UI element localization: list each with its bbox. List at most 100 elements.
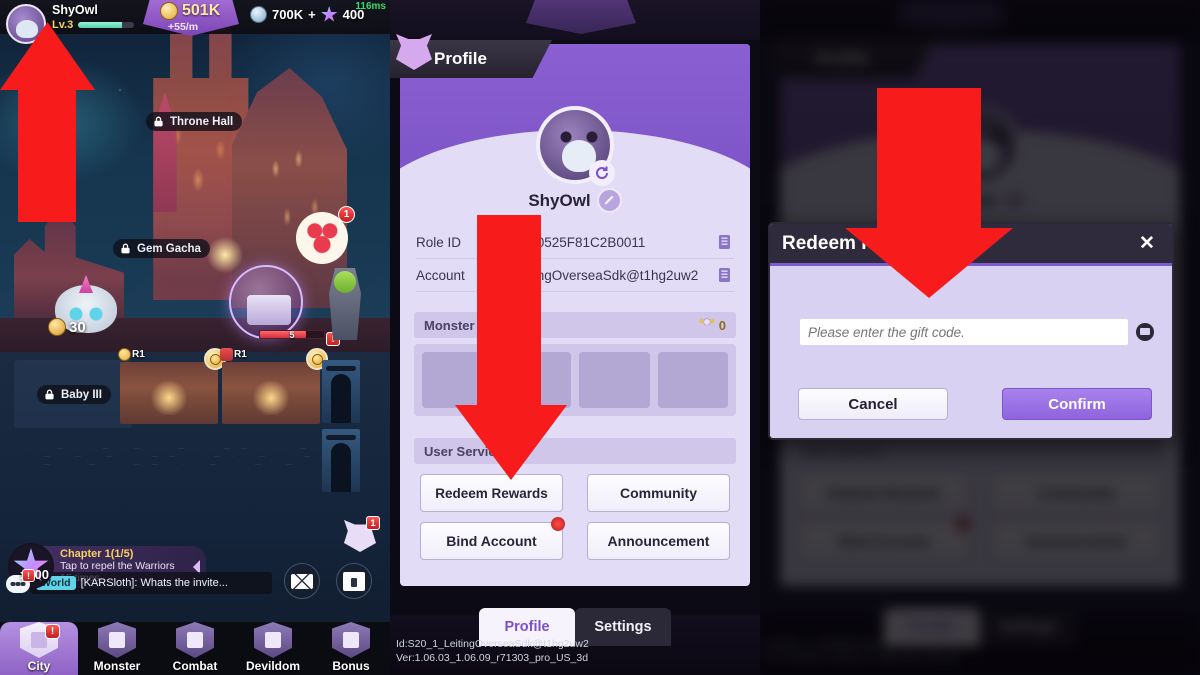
house-slot[interactable]: R1 !: [220, 332, 340, 424]
arrow-shaft: [18, 84, 76, 222]
refresh-avatar-button[interactable]: [589, 160, 615, 186]
copy-button[interactable]: [718, 233, 734, 251]
house-slot-row: R1 R1 !: [118, 332, 340, 424]
nav-item-monster[interactable]: Monster: [78, 622, 156, 675]
building-label-text: Gem Gacha: [137, 242, 201, 255]
monster-count: 0: [718, 317, 726, 333]
mail-button[interactable]: [284, 563, 320, 599]
monster-count-group: 0: [699, 316, 726, 334]
version-info: Id:S20_1_LeitingOverseaSdk@t1hg2uw2 Ver:…: [396, 637, 589, 665]
arrow-head: [455, 405, 567, 480]
lock-icon: [121, 243, 130, 254]
nav-label: City: [27, 659, 51, 673]
confirm-button[interactable]: Confirm: [1002, 388, 1152, 420]
tower-segment: [322, 429, 360, 492]
bind-account-button[interactable]: Bind Account: [420, 517, 565, 560]
building-label-text: Throne Hall: [170, 115, 234, 128]
nav-item-city[interactable]: City !: [0, 622, 78, 675]
enemy-hp-value: 5: [289, 329, 295, 340]
edit-name-button[interactable]: [596, 188, 622, 213]
combat-icon: [176, 622, 214, 658]
tab-settings[interactable]: Settings: [575, 608, 671, 646]
monster-gold-value: 30: [69, 318, 86, 336]
enemy-health-bar: 5: [259, 329, 325, 340]
tower-column[interactable]: [322, 360, 360, 495]
community-button[interactable]: Community: [587, 474, 730, 512]
monster-slot[interactable]: [657, 352, 728, 408]
nav-item-combat[interactable]: Combat: [156, 622, 234, 675]
building-label-gem-gacha[interactable]: Gem Gacha: [113, 239, 210, 258]
gem-icon: [250, 6, 267, 23]
gold-rate: +55/m: [168, 21, 199, 33]
profile-card: ShyOwl Role ID U000525F81C2B0011 Account…: [400, 44, 750, 586]
bind-account-label: Bind Account: [446, 532, 537, 549]
copy-button[interactable]: [718, 266, 734, 284]
nav-label: Devildom: [245, 659, 300, 673]
profile-name-row: ShyOwl: [400, 188, 750, 213]
arrow-shaft: [477, 215, 541, 410]
nav-badge: !: [45, 624, 60, 639]
monster-token-icon: [699, 318, 715, 332]
coin-icon: [48, 318, 66, 336]
plus-sign[interactable]: +: [308, 7, 316, 22]
gem-counter[interactable]: 700K + 400: [250, 6, 364, 23]
alert-badge: [551, 517, 565, 531]
health-fill: [260, 331, 307, 338]
coin-icon: [160, 2, 178, 20]
quest-title: Chapter 1(1/5): [60, 548, 134, 560]
mail-icon: [291, 573, 313, 589]
nav-label: Combat: [172, 659, 218, 673]
coin-icon: [209, 353, 221, 365]
building-label-throne-hall[interactable]: Throne Hall: [146, 112, 243, 131]
gold-counter[interactable]: 501K: [160, 2, 220, 20]
annotation-arrow-down-redeem-rewards: [455, 215, 567, 480]
devil-icon: [220, 348, 233, 361]
player-name: ShyOwl: [528, 190, 591, 210]
pencil-icon: [604, 195, 614, 205]
house-slot[interactable]: R1: [118, 348, 226, 424]
nav-label: Monster: [93, 659, 141, 673]
lock-icon: [154, 116, 163, 127]
castle-glow: [205, 235, 245, 275]
nav-item-devildom[interactable]: Devildom: [234, 622, 312, 675]
gift-code-input-row: [800, 319, 1154, 345]
star-icon: [321, 6, 338, 22]
flower-badge: 1: [338, 206, 355, 223]
copy-icon: [719, 268, 730, 282]
monster-slot[interactable]: [579, 352, 650, 408]
house-rank-badge: R1: [220, 348, 247, 361]
cat-alert-badge: 1: [366, 516, 380, 530]
chest-button[interactable]: [336, 563, 372, 599]
version-id-line: Id:S20_1_LeitingOverseaSdk@t1hg2uw2: [396, 638, 589, 650]
map-decor-text: · · — · · — · — · · — · · — — · · · — · …: [30, 446, 330, 468]
arrow-head: [845, 228, 1013, 298]
house-rank-text: R1: [234, 349, 247, 360]
paste-icon[interactable]: [1136, 323, 1154, 341]
nav-label: Bonus: [332, 659, 370, 673]
lock-icon: [45, 389, 54, 400]
gem-amount: 700K: [272, 7, 304, 22]
version-ver-line: Ver:1.06.03_1.06.09_r71303_pro_US_3d: [396, 652, 589, 664]
gift-code-input[interactable]: [800, 319, 1128, 345]
announcement-button[interactable]: Announcement: [587, 522, 730, 560]
devildom-icon: [254, 622, 292, 658]
monster-icon: [98, 622, 136, 658]
close-icon[interactable]: ✕: [1134, 231, 1160, 257]
monster-gold-label: 30: [48, 318, 86, 336]
house-rank-text: R1: [132, 349, 145, 360]
user-service-buttons: Redeem Rewards Community Bind Account An…: [420, 474, 730, 560]
profile-top-backdrop: [390, 0, 760, 40]
building-label-baby-iii[interactable]: Baby III: [37, 385, 111, 404]
chat-bar[interactable]: World [KARSloth]: Whats the invite...: [30, 572, 272, 594]
refresh-icon: [596, 166, 609, 179]
cancel-button[interactable]: Cancel: [798, 388, 948, 420]
annotation-arrow-down-gift-code-input: [845, 88, 1013, 298]
monster-bubble[interactable]: [229, 265, 303, 339]
nav-item-bonus[interactable]: Bonus: [312, 622, 390, 675]
arrow-shaft: [877, 88, 981, 233]
screenshot-stage: · · — · · — · — · · — · · — — · · · — · …: [0, 0, 1200, 675]
house-rank-badge: R1: [118, 348, 145, 361]
annotation-arrow-up-avatar: [0, 22, 95, 222]
gold-amount: 501K: [182, 2, 221, 19]
dialog-actions: Cancel Confirm: [798, 388, 1152, 420]
